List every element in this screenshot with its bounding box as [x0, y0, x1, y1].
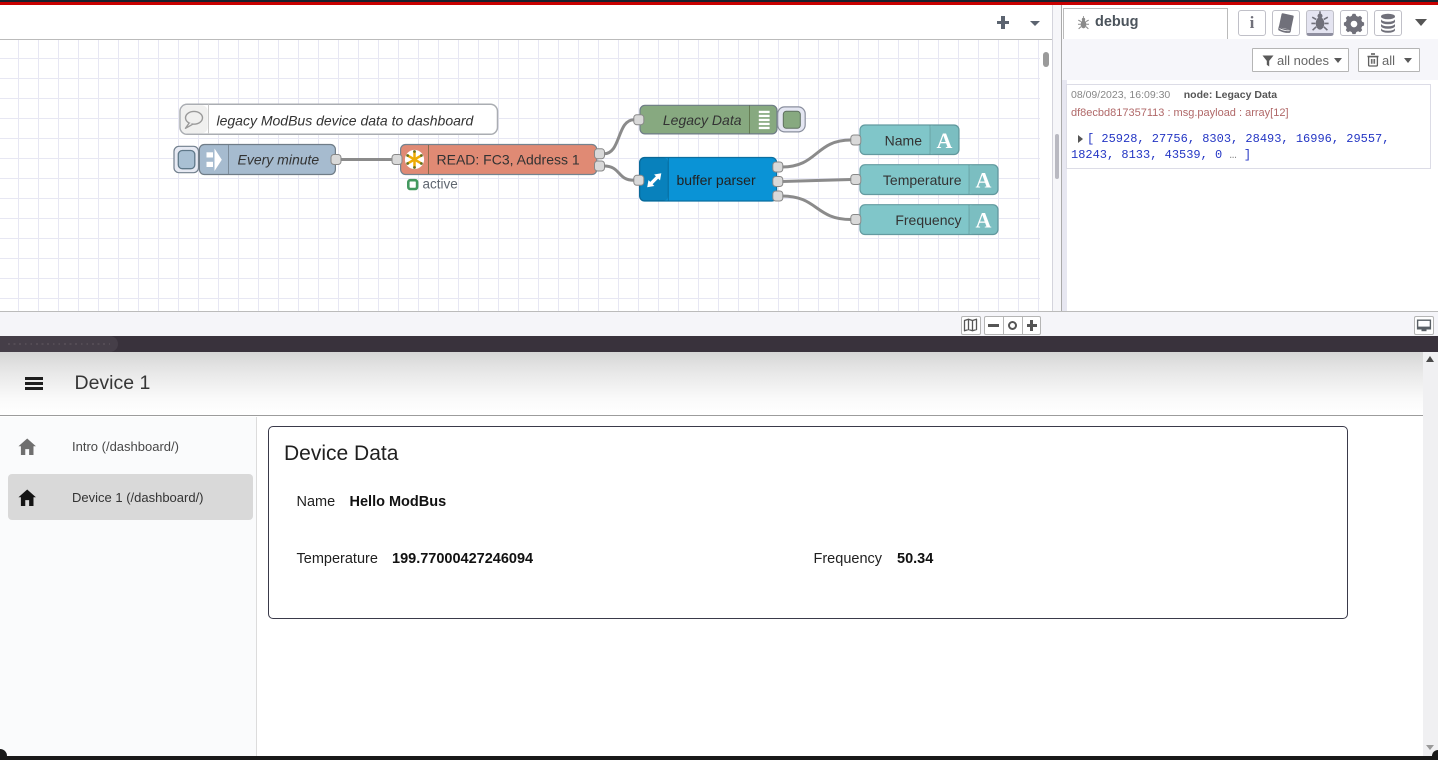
svg-text:Name: Name: [885, 133, 923, 149]
svg-text:Every minute: Every minute: [238, 152, 320, 168]
svg-text:A: A: [976, 168, 992, 193]
svg-text:Legacy Data: Legacy Data: [663, 112, 742, 128]
svg-text:legacy ModBus device data to d: legacy ModBus device data to dashboard: [217, 113, 475, 129]
svg-text:Frequency: Frequency: [895, 212, 961, 228]
svg-text:READ: FC3, Address 1: READ: FC3, Address 1: [437, 152, 580, 168]
svg-text:Temperature: Temperature: [883, 172, 962, 188]
svg-text:buffer parser: buffer parser: [677, 172, 756, 188]
svg-text:A: A: [976, 208, 992, 233]
svg-text:A: A: [937, 128, 953, 153]
svg-text:active: active: [423, 177, 458, 192]
